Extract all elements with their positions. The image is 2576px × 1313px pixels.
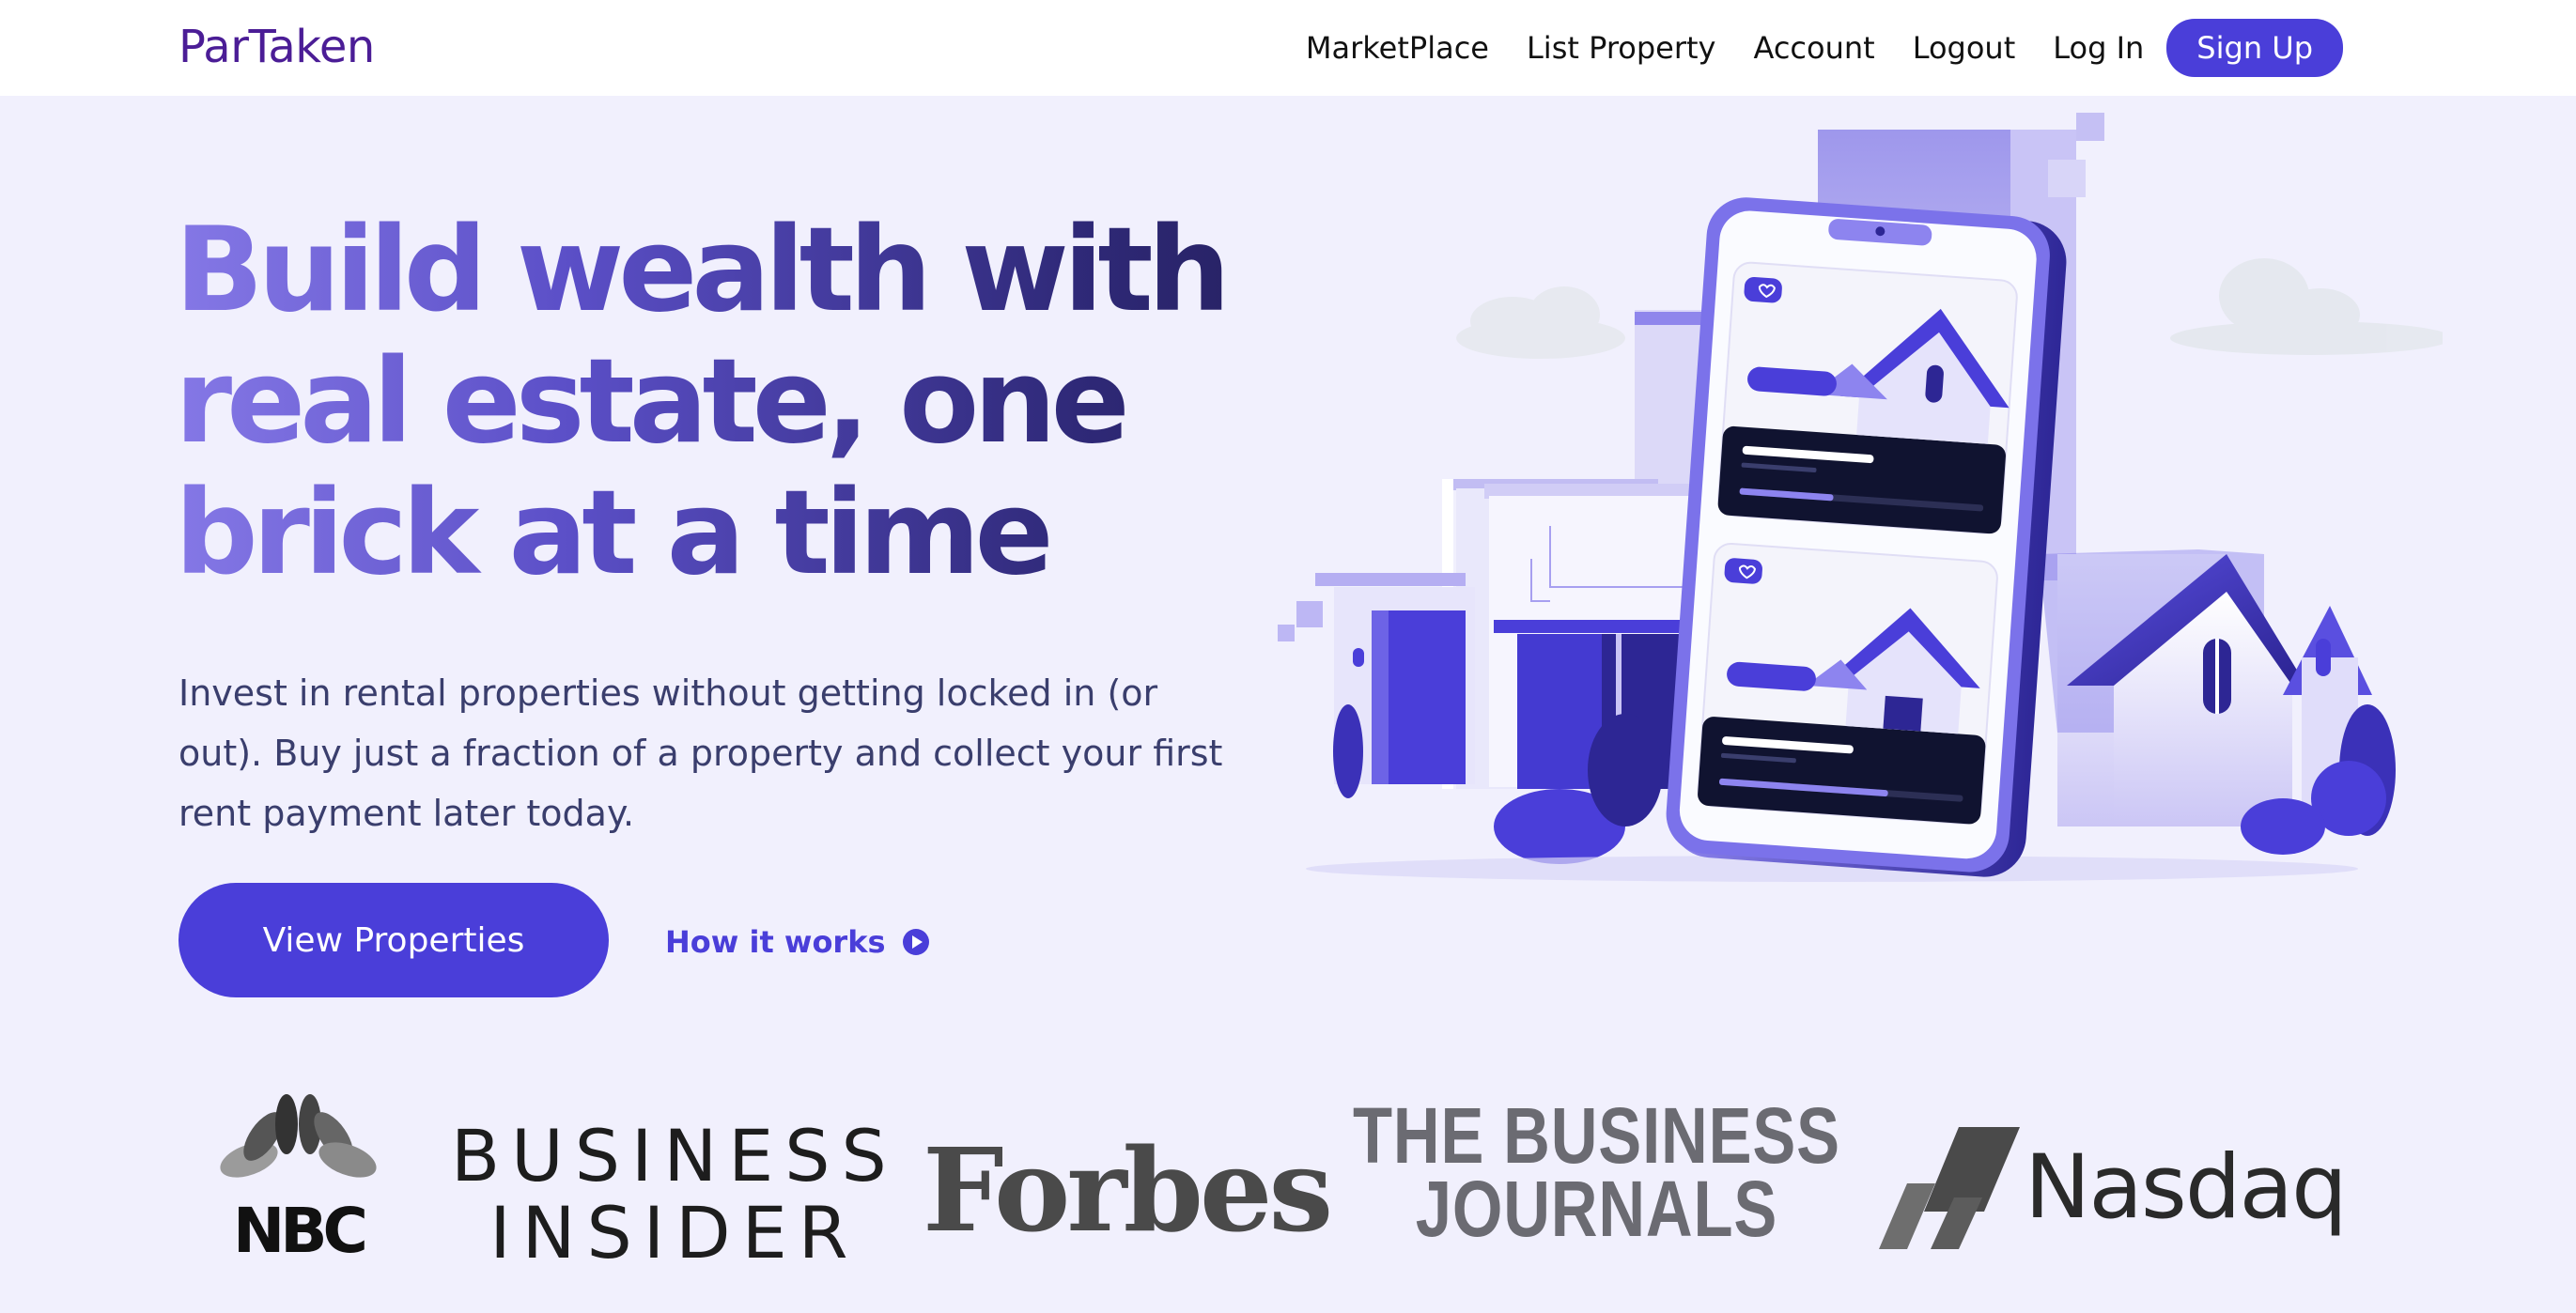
nbc-wordmark: NBC xyxy=(233,1195,368,1267)
nav-account[interactable]: Account xyxy=(1753,30,1874,66)
nasdaq-wordmark: Nasdaq xyxy=(2025,1136,2348,1239)
forbes-logo: Forbes xyxy=(923,1122,1333,1258)
press-logos: NBC BUSINESS INSIDER Forbes THE BUSINESS… xyxy=(207,1089,2348,1272)
nbc-peacock-icon xyxy=(220,1094,377,1178)
decor-squares xyxy=(1278,601,1323,641)
bi-line-2: INSIDER xyxy=(489,1191,860,1274)
phone-mockup xyxy=(1666,197,2067,877)
hero-title-line-1: Build wealth with xyxy=(175,203,1225,338)
bi-line-1: BUSINESS xyxy=(451,1114,898,1197)
top-navbar: ParTaken MarketPlace List Property Accou… xyxy=(0,0,2576,96)
how-it-works-link[interactable]: How it works xyxy=(665,924,929,960)
nav-logout[interactable]: Logout xyxy=(1913,30,2016,66)
cloud-left xyxy=(1456,286,1625,359)
nasdaq-mark-icon xyxy=(1879,1127,2020,1249)
how-it-works-label: How it works xyxy=(665,924,886,960)
view-properties-button[interactable]: View Properties xyxy=(178,883,609,997)
nav-login[interactable]: Log In xyxy=(2053,30,2144,66)
nbc-logo: NBC xyxy=(216,1094,380,1267)
brand-logo[interactable]: ParTaken xyxy=(178,21,375,73)
hero-title: Build wealth with real estate, one brick… xyxy=(175,205,1302,599)
nav-list-property[interactable]: List Property xyxy=(1527,30,1716,66)
hero-illustration xyxy=(1278,113,2443,882)
cloud-right xyxy=(2170,258,2443,355)
hero-title-line-2: real estate, one xyxy=(175,334,1125,470)
nav-marketplace[interactable]: MarketPlace xyxy=(1306,30,1489,66)
business-journals-logo: THE BUSINESS JOURNALS xyxy=(1353,1091,1840,1253)
signup-button[interactable]: Sign Up xyxy=(2166,19,2343,77)
hero-subtitle: Invest in rental properties without gett… xyxy=(178,672,1223,834)
play-circle-icon xyxy=(902,929,929,955)
business-insider-logo: BUSINESS INSIDER xyxy=(451,1118,898,1272)
tbj-line-1: THE BUSINESS xyxy=(1353,1091,1840,1180)
nav-links: MarketPlace List Property Account Logout… xyxy=(1268,19,2343,77)
hero-title-line-3: brick at a time xyxy=(175,466,1048,601)
tbj-line-2: JOURNALS xyxy=(1415,1165,1778,1253)
